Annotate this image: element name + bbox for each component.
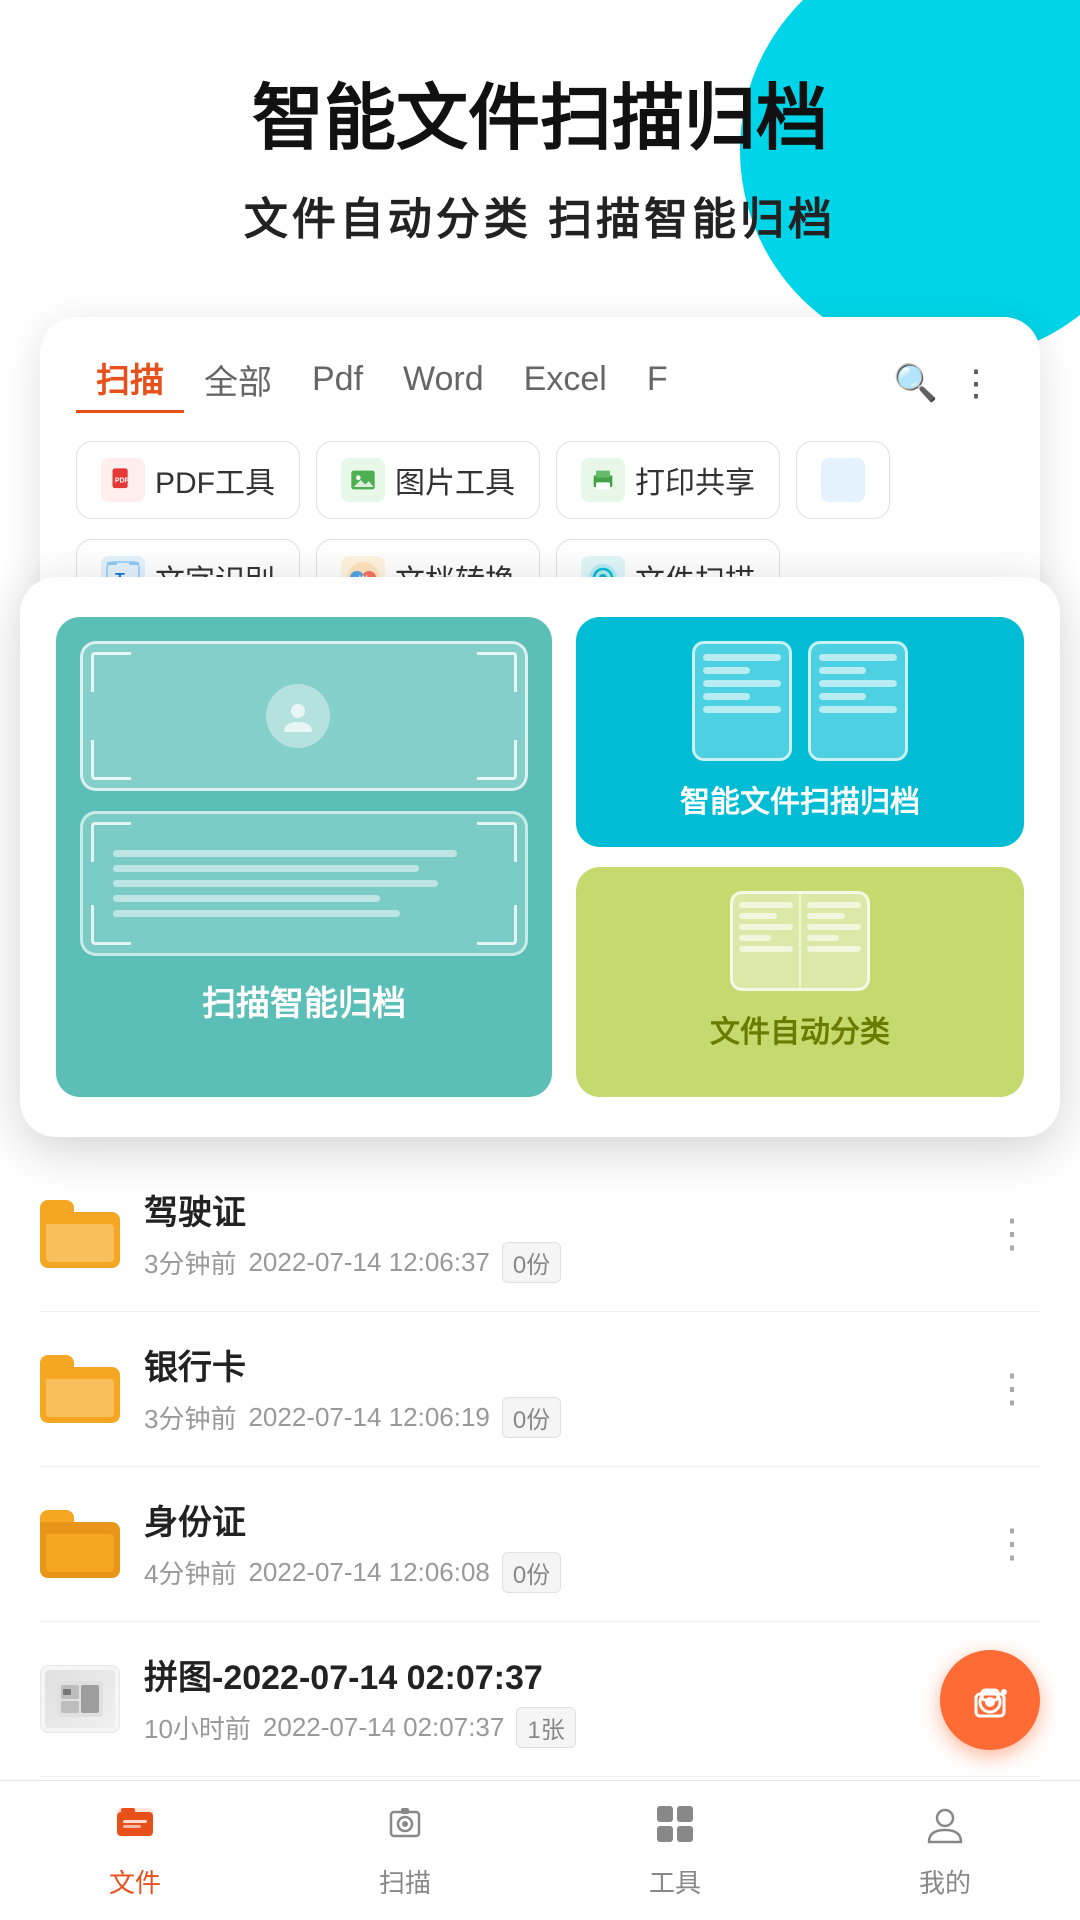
nav-item-scan[interactable]: 扫描 [270, 1781, 540, 1920]
scan-feature-label: 扫描智能归档 [202, 976, 406, 1025]
file-count-badge: 0份 [502, 1242, 561, 1283]
feature-scan-left[interactable]: 扫描智能归档 [56, 617, 552, 1097]
doc-icon-right [808, 641, 908, 761]
fab-camera-button[interactable] [940, 1650, 1040, 1750]
file-list: 驾驶证 3分钟前 2022-07-14 12:06:37 0份 ⋮ 银行卡 3分… [0, 1157, 1080, 1777]
nav-label-files: 文件 [109, 1863, 161, 1900]
file-name: 驾驶证 [144, 1185, 960, 1234]
file-more-button[interactable]: ⋮ [984, 1203, 1040, 1265]
print-icon [581, 458, 625, 502]
tab-all[interactable]: 全部 [184, 355, 292, 412]
more-icon[interactable]: ⋮ [948, 362, 1004, 404]
doc-icon-left [692, 641, 792, 761]
feature-category-bottom[interactable]: 文件自动分类 [576, 867, 1024, 1097]
file-info-shenfenzheng: 身份证 4分钟前 2022-07-14 12:06:08 0份 [144, 1495, 960, 1593]
file-item[interactable]: 驾驶证 3分钟前 2022-07-14 12:06:37 0份 ⋮ [40, 1157, 1040, 1312]
file-item[interactable]: 银行卡 3分钟前 2022-07-14 12:06:19 0份 ⋮ [40, 1312, 1040, 1467]
tabs-row: 扫描 全部 Pdf Word Excel F 🔍 ⋮ [76, 353, 1004, 413]
file-time-ago: 3分钟前 [144, 1244, 236, 1281]
files-nav-icon [113, 1802, 157, 1857]
tab-scan[interactable]: 扫描 [76, 353, 184, 413]
file-time-ago: 3分钟前 [144, 1399, 236, 1436]
doc-pair [692, 641, 908, 761]
pdf-tool-button[interactable]: PDF PDF工具 [76, 441, 300, 519]
file-meta: 10小时前 2022-07-14 02:07:37 1张 [144, 1707, 960, 1748]
file-name: 拼图-2022-07-14 02:07:37 [144, 1650, 960, 1699]
file-meta: 4分钟前 2022-07-14 12:06:08 0份 [144, 1552, 960, 1593]
file-date: 2022-07-14 12:06:37 [248, 1247, 489, 1278]
file-item[interactable]: 身份证 4分钟前 2022-07-14 12:06:08 0份 ⋮ [40, 1467, 1040, 1622]
corner-br [477, 740, 517, 780]
file-item[interactable]: 拼图-2022-07-14 02:07:37 10小时前 2022-07-14 … [40, 1622, 1040, 1777]
print-tool-label: 打印共享 [635, 458, 755, 502]
thumb-inner [45, 1670, 115, 1728]
file-more-button[interactable]: ⋮ [984, 1513, 1040, 1575]
file-info-pintu: 拼图-2022-07-14 02:07:37 10小时前 2022-07-14 … [144, 1650, 960, 1748]
folder-icon-jiashizheng [40, 1200, 120, 1268]
file-info-jiashizheng: 驾驶证 3分钟前 2022-07-14 12:06:37 0份 [144, 1185, 960, 1283]
pdf-tool-label: PDF工具 [155, 458, 275, 502]
file-name: 身份证 [144, 1495, 960, 1544]
nav-item-files[interactable]: 文件 [0, 1781, 270, 1920]
header: 智能文件扫描归档 文件自动分类 扫描智能归档 [0, 0, 1080, 287]
svg-text:PDF: PDF [115, 478, 130, 485]
nav-label-tools: 工具 [649, 1863, 701, 1900]
file-count-badge: 0份 [502, 1552, 561, 1593]
file-time-ago: 10小时前 [144, 1709, 251, 1746]
image-tool-button[interactable]: 图片工具 [316, 441, 540, 519]
feature-popup: 扫描智能归档 智能文件扫描归 [20, 577, 1060, 1137]
tools-row-1: PDF PDF工具 图片工具 打 [76, 441, 1004, 519]
pdf-icon: PDF [101, 458, 145, 502]
tools-nav-icon [653, 1802, 697, 1857]
file-meta: 3分钟前 2022-07-14 12:06:37 0份 [144, 1242, 960, 1283]
feature-smart-top[interactable]: 智能文件扫描归档 [576, 617, 1024, 847]
file-date: 2022-07-14 02:07:37 [263, 1712, 504, 1743]
extra-tool-button[interactable] [796, 441, 890, 519]
image-tool-label: 图片工具 [395, 458, 515, 502]
tab-pdf[interactable]: Pdf [292, 360, 383, 407]
file-count-badge: 1张 [516, 1707, 575, 1748]
file-info-yinhangka: 银行卡 3分钟前 2022-07-14 12:06:19 0份 [144, 1340, 960, 1438]
file-thumbnail-pintu [40, 1665, 120, 1733]
scan-nav-icon [383, 1802, 427, 1857]
file-date: 2022-07-14 12:06:19 [248, 1402, 489, 1433]
feature-right: 智能文件扫描归档 文件自动分类 [576, 617, 1024, 1097]
smart-feature-label: 智能文件扫描归档 [680, 777, 920, 821]
folder-icon-yinhangka [40, 1355, 120, 1423]
category-feature-label: 文件自动分类 [710, 1007, 890, 1051]
bottom-nav: 文件 扫描 工具 [0, 1780, 1080, 1920]
nav-label-scan: 扫描 [379, 1863, 431, 1900]
book-page-right [801, 894, 867, 988]
book-page-left [733, 894, 801, 988]
file-date: 2022-07-14 12:06:08 [248, 1557, 489, 1588]
print-tool-button[interactable]: 打印共享 [556, 441, 780, 519]
tab-f[interactable]: F [627, 360, 688, 407]
file-meta: 3分钟前 2022-07-14 12:06:19 0份 [144, 1397, 960, 1438]
tab-excel[interactable]: Excel [504, 360, 627, 407]
file-more-button[interactable]: ⋮ [984, 1358, 1040, 1420]
corner-tr [477, 652, 517, 692]
profile-nav-icon [923, 1802, 967, 1857]
corner-tl [91, 652, 131, 692]
file-name: 银行卡 [144, 1340, 960, 1389]
nav-item-tools[interactable]: 工具 [540, 1781, 810, 1920]
tab-word[interactable]: Word [383, 360, 504, 407]
main-title: 智能文件扫描归档 [60, 80, 1020, 159]
file-time-ago: 4分钟前 [144, 1554, 236, 1591]
file-count-badge: 0份 [502, 1397, 561, 1438]
person-avatar [266, 684, 330, 748]
nav-label-profile: 我的 [919, 1863, 971, 1900]
scan-doc-preview [80, 811, 528, 956]
nav-item-profile[interactable]: 我的 [810, 1781, 1080, 1920]
image-icon [341, 458, 385, 502]
book-icon [730, 891, 870, 991]
folder-icon-shenfenzheng [40, 1510, 120, 1578]
sub-title: 文件自动分类 扫描智能归档 [60, 183, 1020, 247]
corner-bl [91, 740, 131, 780]
search-icon[interactable]: 🔍 [883, 362, 948, 404]
